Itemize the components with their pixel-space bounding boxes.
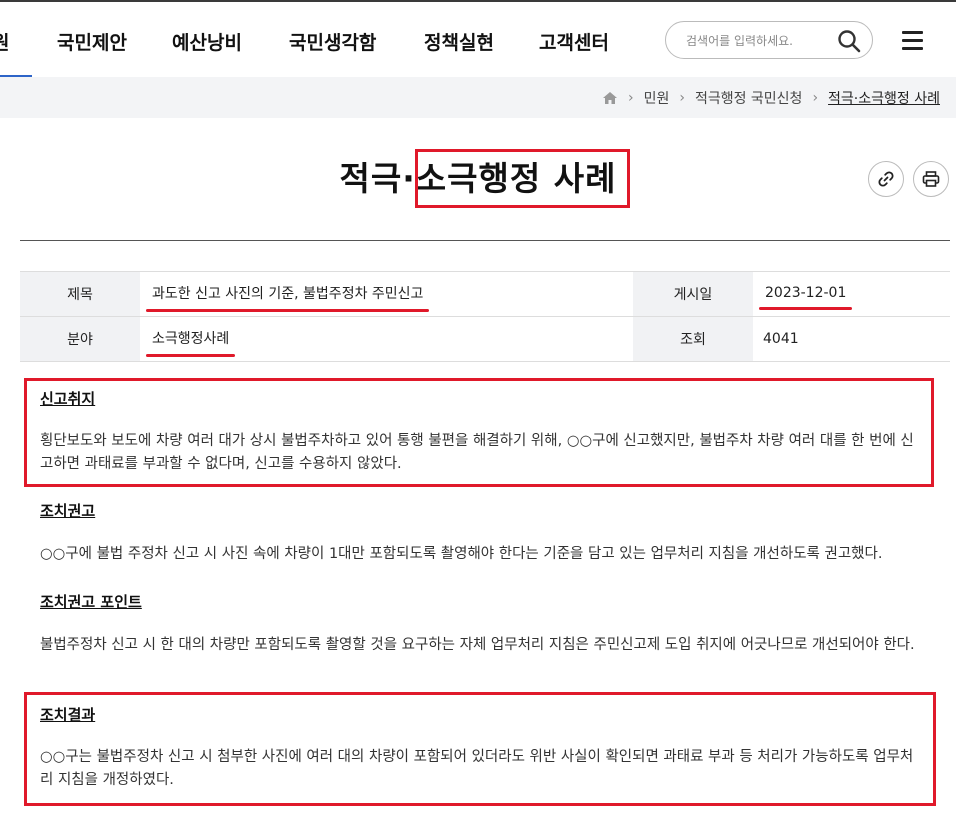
breadcrumb-item-request[interactable]: 적극행정 국민신청 bbox=[695, 88, 803, 108]
hamburger-icon[interactable] bbox=[900, 29, 926, 53]
print-button[interactable] bbox=[913, 161, 949, 197]
home-icon[interactable] bbox=[602, 91, 618, 105]
link-share-button[interactable] bbox=[868, 161, 904, 197]
title-divider bbox=[20, 240, 950, 241]
nav-item-minwon[interactable]: 원 bbox=[0, 28, 9, 55]
post-title: 과도한 신고 사진의 기준, 불법주정차 주민신고 bbox=[145, 283, 430, 312]
section-heading-result: 조치결과 bbox=[40, 706, 96, 724]
chevron-right-icon: › bbox=[679, 90, 685, 106]
nav-item-opinion[interactable]: 국민생각함 bbox=[289, 28, 376, 55]
title-highlight-box bbox=[415, 149, 630, 208]
print-icon bbox=[922, 170, 940, 192]
search-icon[interactable] bbox=[836, 28, 862, 54]
views-label: 조회 bbox=[633, 316, 753, 362]
chevron-right-icon: › bbox=[812, 90, 819, 106]
section-heading-report-intent: 신고취지 bbox=[40, 390, 96, 408]
chevron-right-icon: › bbox=[627, 90, 634, 106]
post-views: 4041 bbox=[753, 316, 950, 362]
section-body-report-intent: 횡단보도와 보도에 차량 여러 대가 상시 불법주차하고 있어 통행 불편을 해… bbox=[40, 433, 914, 472]
section-body-recommendation-point: 불법주정차 신고 시 한 대의 차량만 포함되도록 촬영할 것을 요구하는 자체… bbox=[40, 637, 915, 653]
field-label: 분야 bbox=[20, 316, 140, 362]
nav-item-support[interactable]: 고객센터 bbox=[539, 28, 609, 55]
title-label: 제목 bbox=[20, 271, 140, 317]
table-row: 분야 소극행정사례 조회 4041 bbox=[20, 316, 950, 362]
breadcrumb: › 민원 › 적극행정 국민신청 › 적극·소극행정 사례 bbox=[602, 88, 940, 108]
section-body-recommendation: ○○구에 불법 주정차 신고 시 사진 속에 차량이 1대만 포함되도록 촬영해… bbox=[40, 546, 883, 562]
breadcrumb-bar: › 민원 › 적극행정 국민신청 › 적극·소극행정 사례 bbox=[0, 77, 956, 118]
section-heading-recommendation-point: 조치권고 포인트 bbox=[40, 593, 142, 611]
post-info-table: 제목 과도한 신고 사진의 기준, 불법주정차 주민신고 게시일 2023-12… bbox=[20, 271, 950, 362]
search-input[interactable] bbox=[684, 30, 828, 52]
section-heading-recommendation: 조치권고 bbox=[40, 502, 96, 520]
table-row: 제목 과도한 신고 사진의 기준, 불법주정차 주민신고 게시일 2023-12… bbox=[20, 271, 950, 317]
breadcrumb-item-minwon[interactable]: 민원 bbox=[644, 88, 670, 108]
search-box bbox=[665, 21, 873, 59]
date-label: 게시일 bbox=[633, 271, 753, 317]
nav-item-proposal[interactable]: 국민제안 bbox=[57, 28, 127, 55]
breadcrumb-item-current[interactable]: 적극·소극행정 사례 bbox=[828, 88, 940, 108]
link-icon bbox=[877, 170, 895, 192]
nav-item-budget-waste[interactable]: 예산낭비 bbox=[172, 28, 242, 55]
post-date: 2023-12-01 bbox=[758, 285, 853, 310]
main-nav: 원 국민제안 예산낭비 국민생각함 정책실현 고객센터 bbox=[0, 2, 956, 78]
section-body-result: ○○구는 불법주정차 신고 시 첨부한 사진에 여러 대의 차량이 포함되어 있… bbox=[40, 749, 914, 788]
post-field: 소극행정사례 bbox=[145, 328, 236, 357]
nav-item-policy[interactable]: 정책실현 bbox=[424, 28, 494, 55]
